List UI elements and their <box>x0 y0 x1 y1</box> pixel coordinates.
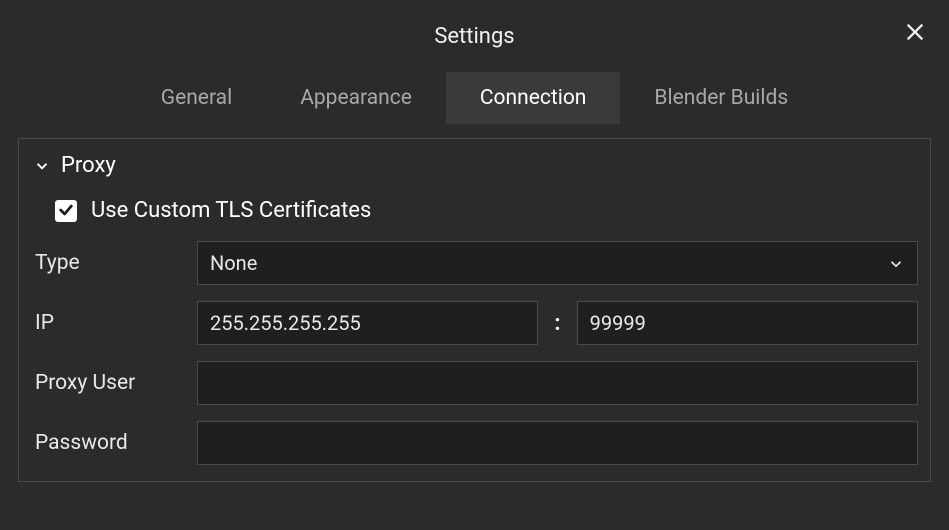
type-select-wrap: None <box>197 241 918 285</box>
tab-connection[interactable]: Connection <box>446 72 621 124</box>
chevron-down-icon <box>33 157 51 175</box>
content-area: Proxy Use Custom TLS Certificates Type N… <box>0 132 949 500</box>
tab-appearance[interactable]: Appearance <box>266 72 446 124</box>
proxy-panel: Proxy Use Custom TLS Certificates Type N… <box>18 138 931 482</box>
proxy-user-input[interactable] <box>197 361 918 405</box>
type-select-value: None <box>210 251 257 275</box>
type-row: Type None <box>31 241 918 285</box>
ip-label: IP <box>31 311 183 335</box>
ip-input[interactable] <box>197 301 538 345</box>
settings-window: Settings General Appearance Connection B… <box>0 0 949 530</box>
password-row: Password <box>31 421 918 465</box>
close-button[interactable] <box>899 18 931 50</box>
type-label: Type <box>31 251 183 275</box>
tls-checkbox[interactable] <box>55 200 77 222</box>
tls-check-row: Use Custom TLS Certificates <box>31 192 918 241</box>
ip-row: IP : <box>31 301 918 345</box>
password-label: Password <box>31 431 183 455</box>
tab-blender-builds[interactable]: Blender Builds <box>620 72 822 124</box>
chevron-down-icon <box>887 254 905 272</box>
proxy-panel-header[interactable]: Proxy <box>31 151 918 192</box>
page-title: Settings <box>434 24 514 49</box>
ip-port-separator: : <box>552 311 562 336</box>
proxy-user-row: Proxy User <box>31 361 918 405</box>
checkmark-icon <box>58 199 74 223</box>
tab-general[interactable]: General <box>127 72 266 124</box>
type-select[interactable]: None <box>197 241 918 285</box>
titlebar: Settings <box>0 0 949 72</box>
port-input[interactable] <box>577 301 918 345</box>
password-input[interactable] <box>197 421 918 465</box>
proxy-section-title: Proxy <box>61 153 116 178</box>
tls-checkbox-label: Use Custom TLS Certificates <box>91 198 371 223</box>
proxy-user-label: Proxy User <box>31 371 183 395</box>
close-icon <box>904 21 926 48</box>
tab-bar: General Appearance Connection Blender Bu… <box>0 72 949 132</box>
